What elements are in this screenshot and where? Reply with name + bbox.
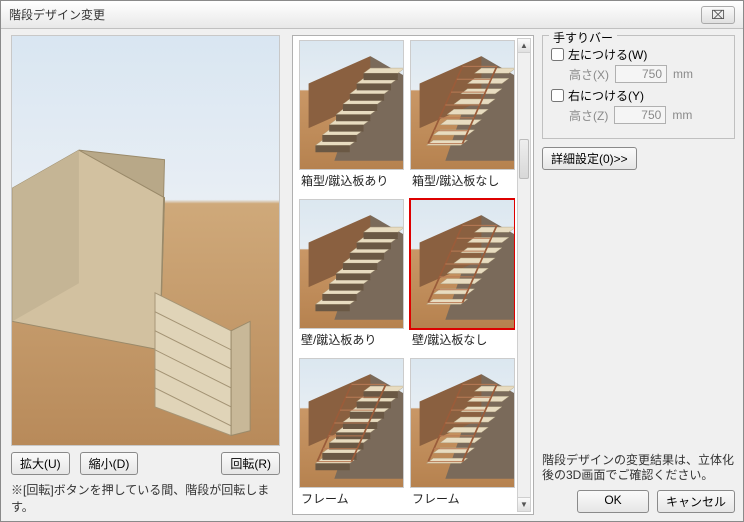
right-height-input [614, 106, 666, 124]
thumbnail-label: フレーム [410, 488, 515, 510]
zoom-out-button[interactable]: 縮小(D) [80, 452, 139, 475]
cancel-button[interactable]: キャンセル [657, 490, 735, 513]
thumbnail-label: 壁/蹴込板あり [299, 329, 404, 352]
preview-3d[interactable] [11, 35, 280, 446]
gallery-pane: 箱型/蹴込板あり箱型/蹴込板なし壁/蹴込板あり壁/蹴込板なしフレームフレーム ▲… [286, 29, 538, 521]
footer-note: 階段デザインの変更結果は、立体化後の3D画面でご確認ください。 [542, 453, 735, 484]
close-icon: ⌧ [711, 8, 725, 22]
window-title: 階段デザイン変更 [9, 6, 105, 23]
preview-stair-svg [12, 36, 279, 445]
stair-thumbnail[interactable] [299, 358, 404, 488]
close-button[interactable]: ⌧ [701, 6, 735, 24]
stair-thumbnail[interactable] [410, 40, 515, 170]
left-handrail-row: 左につける(W) [551, 46, 726, 63]
left-handrail-checkbox[interactable] [551, 48, 564, 61]
gallery-container: 箱型/蹴込板あり箱型/蹴込板なし壁/蹴込板あり壁/蹴込板なしフレームフレーム ▲… [292, 35, 534, 515]
right-height-row: 高さ(Z) mm [569, 106, 726, 124]
thumbnail-cell: フレーム [410, 358, 515, 510]
right-handrail-checkbox[interactable] [551, 89, 564, 102]
zoom-in-button[interactable]: 拡大(U) [11, 452, 70, 475]
detail-settings-button[interactable]: 詳細設定(0)>> [542, 147, 637, 170]
scroll-handle[interactable] [519, 139, 529, 179]
handrail-group: 手すりバー 左につける(W) 高さ(X) mm 右につける(Y) [542, 35, 735, 139]
thumbnail-label: 箱型/蹴込板なし [410, 170, 515, 193]
right-handrail-label: 右につける(Y) [568, 87, 644, 104]
left-height-unit: mm [673, 67, 693, 81]
stair-thumbnail[interactable] [410, 358, 515, 488]
rotate-button[interactable]: 回転(R) [221, 452, 280, 475]
left-height-row: 高さ(X) mm [569, 65, 726, 83]
dialog-buttons: OK キャンセル [542, 490, 735, 513]
right-height-unit: mm [672, 108, 692, 122]
thumbnail-label: フレーム [299, 488, 404, 510]
preview-pane: 拡大(U) 縮小(D) 回転(R) ※[回転]ボタンを押している間、階段が回転し… [1, 29, 286, 521]
preview-buttons: 拡大(U) 縮小(D) 回転(R) [11, 452, 280, 475]
left-height-label: 高さ(X) [569, 66, 609, 83]
ok-button[interactable]: OK [577, 490, 649, 513]
thumbnail-cell: フレーム [299, 358, 404, 510]
scroll-down-icon[interactable]: ▼ [518, 497, 530, 511]
controls-pane: 手すりバー 左につける(W) 高さ(X) mm 右につける(Y) [538, 29, 743, 521]
left-height-input [615, 65, 667, 83]
dialog-body: 拡大(U) 縮小(D) 回転(R) ※[回転]ボタンを押している間、階段が回転し… [1, 29, 743, 521]
stair-thumbnail[interactable] [299, 40, 404, 170]
thumbnail-grid: 箱型/蹴込板あり箱型/蹴込板なし壁/蹴込板あり壁/蹴込板なしフレームフレーム [299, 40, 515, 510]
gallery-scrollbar[interactable]: ▲ ▼ [517, 38, 531, 512]
scroll-up-icon[interactable]: ▲ [518, 39, 530, 53]
thumbnail-cell: 壁/蹴込板あり [299, 199, 404, 352]
thumbnail-cell: 箱型/蹴込板なし [410, 40, 515, 193]
titlebar: 階段デザイン変更 ⌧ [1, 1, 743, 29]
stair-thumbnail[interactable] [299, 199, 404, 329]
rotate-hint: ※[回転]ボタンを押している間、階段が回転します。 [11, 481, 280, 515]
stair-thumbnail[interactable] [410, 199, 515, 329]
thumbnail-cell: 壁/蹴込板なし [410, 199, 515, 352]
gallery-scroll: 箱型/蹴込板あり箱型/蹴込板なし壁/蹴込板あり壁/蹴込板なしフレームフレーム [299, 40, 515, 510]
thumbnail-label: 箱型/蹴込板あり [299, 170, 404, 193]
handrail-legend: 手すりバー [549, 29, 617, 46]
right-handrail-row: 右につける(Y) [551, 87, 726, 104]
dialog-window: 階段デザイン変更 ⌧ [0, 0, 744, 522]
left-handrail-label: 左につける(W) [568, 46, 647, 63]
thumbnail-label: 壁/蹴込板なし [410, 329, 515, 352]
right-height-label: 高さ(Z) [569, 107, 608, 124]
thumbnail-cell: 箱型/蹴込板あり [299, 40, 404, 193]
